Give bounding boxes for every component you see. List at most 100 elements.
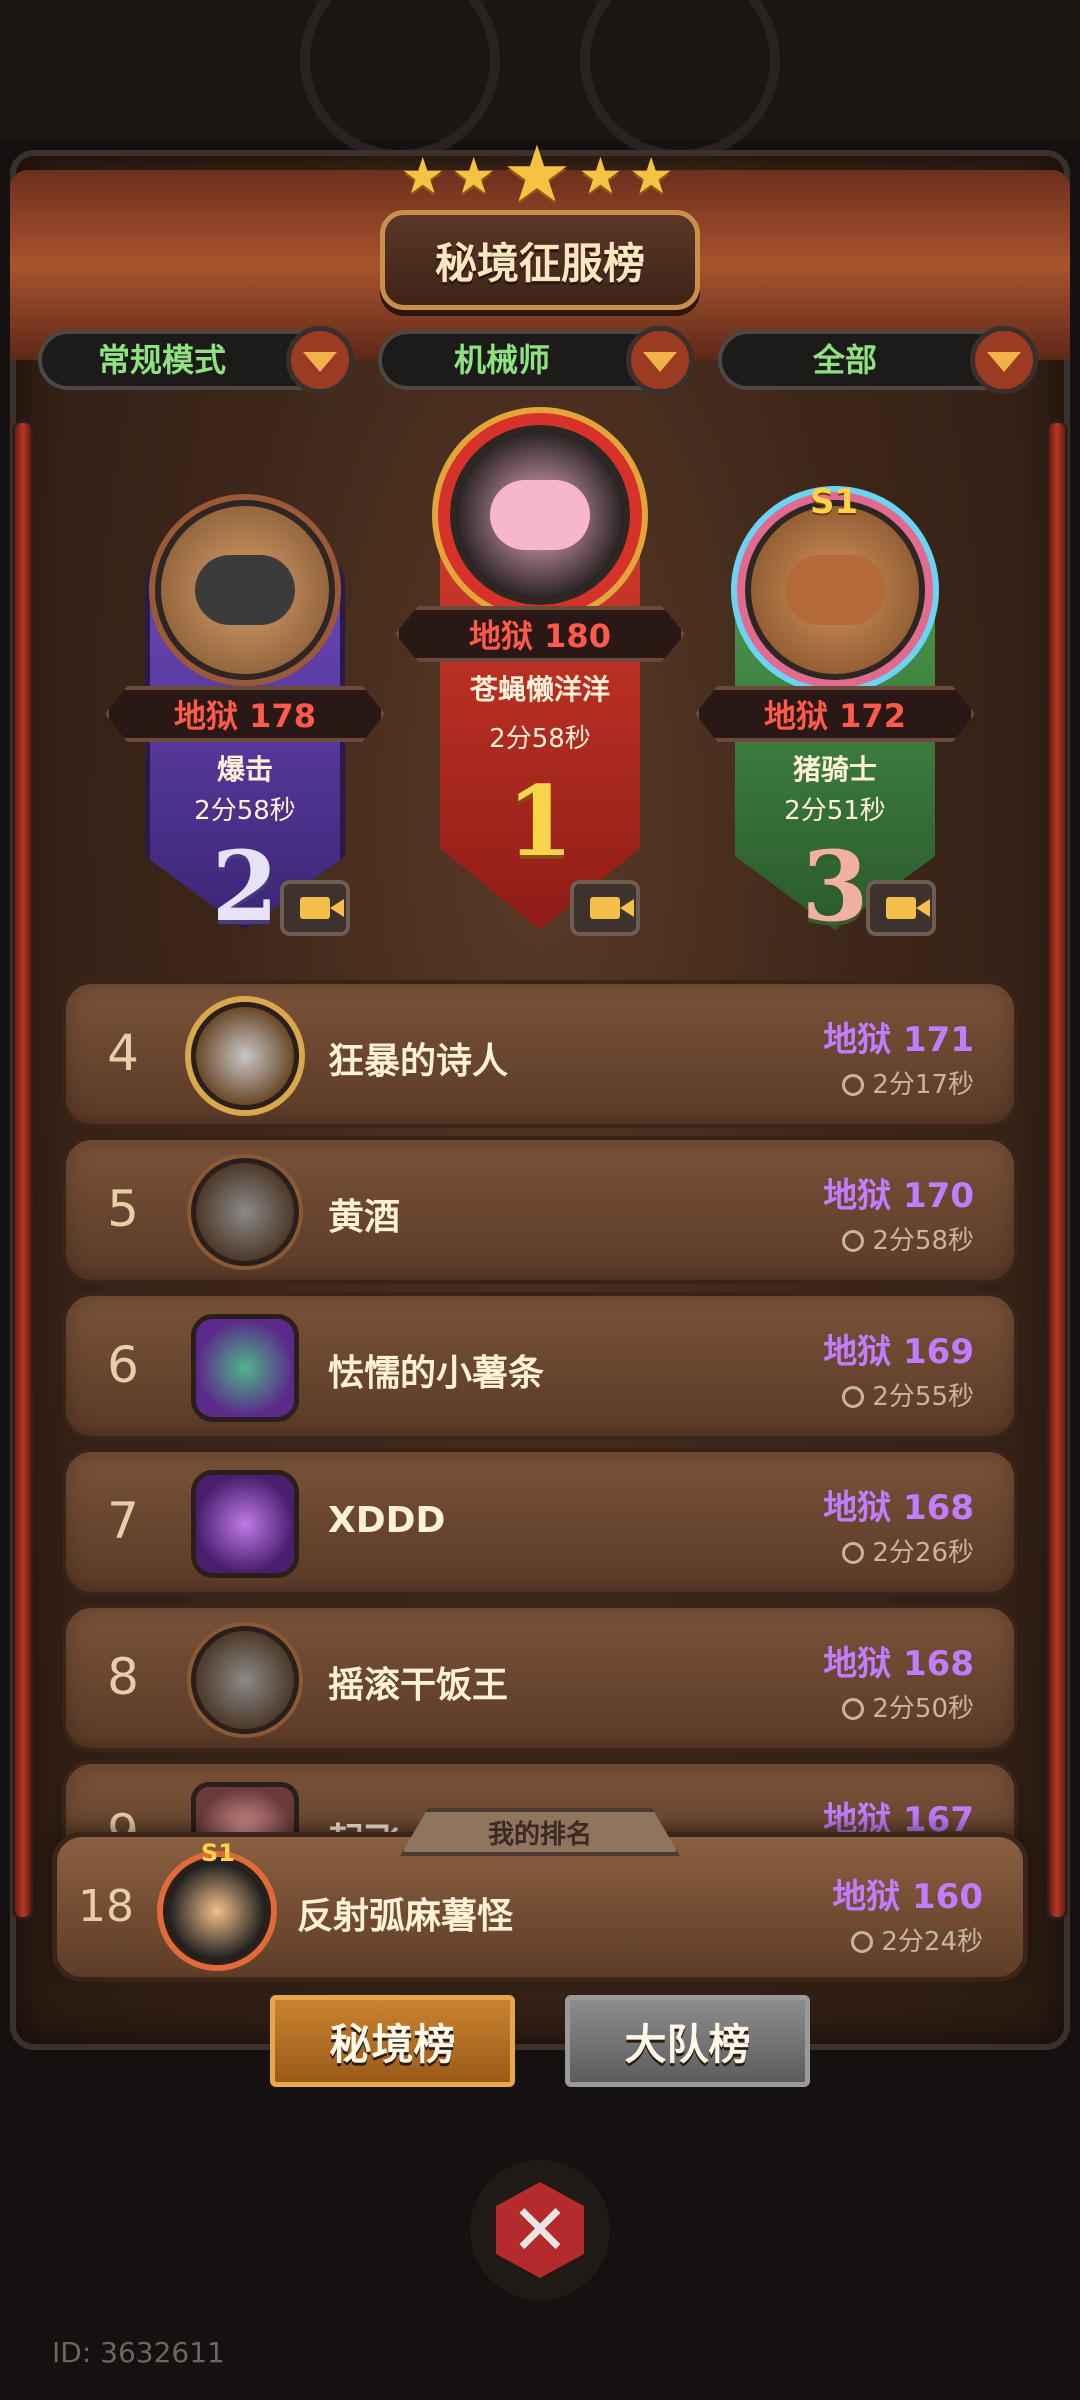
row-level: 地狱 168: [823, 1488, 974, 1528]
rank-number-first: 1: [506, 765, 574, 878]
row-time-text: 2分55秒: [872, 1382, 974, 1412]
row-time: 2分17秒: [842, 1064, 974, 1101]
player-name-second: 爆击: [216, 753, 273, 786]
player-time-second: 2分58秒: [194, 796, 296, 826]
filter-class-dropdown-button[interactable]: [626, 326, 694, 394]
my-rank-tab: 我的排名: [400, 1808, 680, 1856]
side-rail-right: [1046, 420, 1068, 1920]
row-player-name: XDDD: [328, 1500, 446, 1541]
filter-scope[interactable]: 全部: [718, 326, 1038, 394]
replay-video-button-second[interactable]: [280, 880, 350, 936]
ranking-row[interactable]: 5 黄酒 地狱 170 2分58秒: [62, 1136, 1018, 1284]
row-rank: 7: [107, 1492, 139, 1550]
star-icon: ★: [400, 147, 452, 205]
row-level: 地狱 170: [823, 1176, 974, 1216]
filter-mode[interactable]: 常规模式: [38, 326, 354, 394]
video-camera-icon: [300, 897, 344, 919]
filter-scope-dropdown-button[interactable]: [970, 326, 1038, 394]
player-time-first: 2分58秒: [489, 724, 591, 754]
star-icon: ★: [502, 130, 578, 220]
my-time-text: 2分24秒: [881, 1927, 983, 1957]
row-level: 地狱 168: [823, 1644, 974, 1684]
filter-class[interactable]: 机械师: [378, 326, 694, 394]
clock-icon: [842, 1698, 865, 1720]
clock-icon: [851, 1931, 874, 1953]
video-camera-icon: [886, 897, 930, 919]
avatar-face: [785, 555, 885, 625]
ranking-row[interactable]: 8 摇滚干饭王 地狱 168 2分50秒: [62, 1604, 1018, 1752]
row-avatar[interactable]: [191, 1002, 299, 1110]
level-text: 地狱 180: [469, 617, 611, 655]
my-time: 2分24秒: [851, 1921, 983, 1958]
my-rank-number: 18: [78, 1881, 134, 1932]
tab-secret-realm-board[interactable]: 秘境榜: [270, 1995, 515, 2087]
avatar-face: [195, 555, 295, 625]
row-avatar[interactable]: [191, 1626, 299, 1734]
ranking-row[interactable]: 6 怯懦的小薯条 地狱 169 2分55秒: [62, 1292, 1018, 1440]
user-id: ID: 3632611: [52, 2336, 225, 2369]
row-player-name: 狂暴的诗人: [328, 1041, 509, 1082]
row-level: 地狱 169: [823, 1332, 974, 1372]
rating-stars: ★★★★★: [0, 130, 1080, 220]
level-ribbon-second: 地狱 178: [105, 686, 385, 742]
side-rail-left: [12, 420, 34, 1920]
row-time: 2分58秒: [842, 1220, 974, 1257]
row-avatar[interactable]: [191, 1158, 299, 1266]
row-player-name: 怯懦的小薯条: [328, 1353, 545, 1394]
row-rank: 6: [107, 1336, 139, 1394]
avatar-third[interactable]: [745, 500, 925, 680]
row-rank: 4: [107, 1024, 139, 1082]
row-rank: 5: [107, 1180, 139, 1238]
tab-team-board[interactable]: 大队榜: [565, 1995, 810, 2087]
row-time-text: 2分26秒: [872, 1538, 974, 1568]
level-text: 地狱 178: [174, 697, 316, 735]
tab-label: 大队榜: [624, 2019, 751, 2069]
level-text: 地狱 172: [764, 697, 906, 735]
replay-video-button-first[interactable]: [570, 880, 640, 936]
my-avatar[interactable]: [163, 1857, 271, 1965]
player-time-third: 2分51秒: [784, 796, 886, 826]
video-camera-icon: [590, 897, 634, 919]
row-player-name: 黄酒: [328, 1197, 401, 1238]
clock-icon: [842, 1386, 865, 1408]
row-avatar[interactable]: [191, 1470, 299, 1578]
row-time-text: 2分50秒: [872, 1694, 974, 1724]
my-rank-tab-label: 我的排名: [487, 1819, 592, 1850]
filter-scope-label: 全部: [812, 341, 877, 379]
page-title: 秘境征服榜: [434, 238, 645, 288]
chevron-down-icon: [643, 352, 677, 372]
clock-icon: [842, 1074, 865, 1096]
replay-video-button-third[interactable]: [866, 880, 936, 936]
avatar-second[interactable]: [155, 500, 335, 680]
star-icon: ★: [577, 147, 629, 205]
my-season-badge: S1: [201, 1839, 235, 1867]
row-time: 2分26秒: [842, 1532, 974, 1569]
row-rank: 8: [107, 1648, 139, 1706]
row-time: 2分55秒: [842, 1376, 974, 1413]
filter-class-label: 机械师: [453, 341, 550, 379]
player-name-third: 猪骑士: [792, 753, 877, 786]
star-icon: ★: [628, 147, 680, 205]
row-time-text: 2分17秒: [872, 1070, 974, 1100]
close-button[interactable]: ✕: [470, 2160, 610, 2300]
clock-icon: [842, 1542, 865, 1564]
avatar-first[interactable]: [450, 425, 630, 605]
row-time-text: 2分58秒: [872, 1226, 974, 1256]
background-top: [0, 0, 1080, 140]
close-icon: ✕: [496, 2182, 584, 2278]
chevron-down-icon: [987, 352, 1021, 372]
filter-mode-dropdown-button[interactable]: [286, 326, 354, 394]
level-ribbon-third: 地狱 172: [695, 686, 975, 742]
title-plate: 秘境征服榜: [380, 210, 700, 310]
player-name-first: 苍蝇懒洋洋: [469, 673, 610, 706]
star-icon: ★: [451, 147, 503, 205]
row-player-name: 摇滚干饭王: [328, 1665, 509, 1706]
ranking-row[interactable]: 7 XDDD 地狱 168 2分26秒: [62, 1448, 1018, 1596]
tab-label: 秘境榜: [329, 2019, 456, 2069]
my-player-name: 反射弧麻薯怪: [297, 1896, 514, 1937]
my-level: 地狱 160: [832, 1877, 983, 1917]
row-avatar[interactable]: [191, 1314, 299, 1422]
level-ribbon-first: 地狱 180: [395, 606, 685, 662]
ranking-row[interactable]: 4 狂暴的诗人 地狱 171 2分17秒: [62, 980, 1018, 1128]
season-badge: S1: [810, 482, 859, 522]
